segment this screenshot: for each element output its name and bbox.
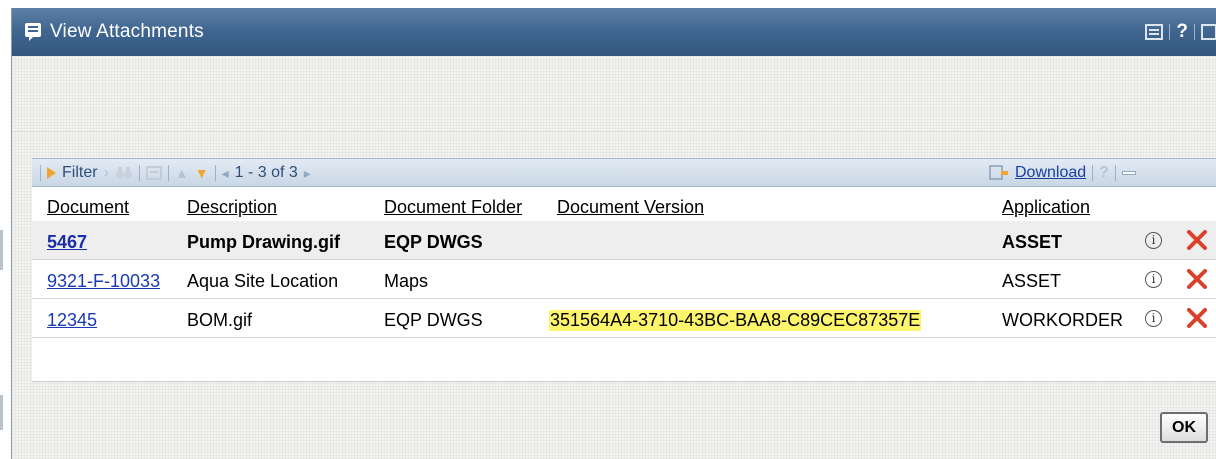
previous-page-icon[interactable]: ◂ [222, 165, 229, 182]
move-down-icon[interactable]: ▼ [195, 165, 209, 181]
filter-button[interactable]: Filter [62, 164, 98, 182]
table-header: Document Description Document Folder Doc… [32, 187, 1216, 221]
application-cell: WORKORDER [1002, 310, 1123, 330]
column-header-document[interactable]: Document [47, 197, 129, 218]
dialog-titlebar: View Attachments ? [12, 8, 1216, 56]
toolbar-separator [1092, 165, 1094, 181]
delete-icon[interactable] [1184, 305, 1210, 331]
info-icon[interactable]: i [1145, 310, 1162, 327]
toolbar-separator [138, 165, 140, 181]
select-records-icon[interactable] [145, 166, 162, 180]
table-toolbar: Filter › ▲ ▼ ◂ 1 - 3 of 3 ▸ Download ? [32, 158, 1216, 187]
edge-mark [0, 230, 3, 270]
folder-cell: EQP DWGS [384, 232, 483, 252]
document-link[interactable]: 9321-F-10033 [47, 271, 160, 292]
ok-button[interactable]: OK [1160, 412, 1208, 443]
download-icon[interactable] [989, 165, 1009, 181]
toolbar-separator [1114, 165, 1116, 181]
toolbar-separator [40, 165, 41, 181]
next-page-icon[interactable]: ▸ [304, 165, 311, 182]
titlebar-separator [1194, 24, 1195, 40]
document-link[interactable]: 12345 [47, 310, 97, 331]
move-up-icon[interactable]: ▲ [175, 165, 189, 181]
delete-icon[interactable] [1184, 227, 1210, 253]
titlebar-separator [1169, 24, 1171, 40]
document-link[interactable]: 5467 [47, 232, 87, 253]
edge-mark [0, 395, 3, 430]
application-cell: ASSET [1002, 271, 1062, 291]
filter-arrow-icon [47, 167, 56, 179]
version-cell: 351564A4-3710-43BC-BAA8-C89CEC87357E [549, 310, 922, 331]
view-attachments-dialog: View Attachments ? Filter › ▲ ▼ ◂ 1 - 3 … [11, 8, 1216, 459]
delete-icon[interactable] [1184, 266, 1210, 292]
info-icon[interactable]: i [1145, 271, 1162, 288]
toolbar-left: Filter › ▲ ▼ ◂ 1 - 3 of 3 ▸ [40, 164, 311, 182]
table-bottom-divider [32, 381, 1216, 382]
download-link[interactable]: Download [1015, 164, 1086, 182]
help-button[interactable]: ? [1176, 21, 1188, 43]
minimize-table-icon[interactable] [1121, 171, 1136, 175]
table-row[interactable]: 12345 BOM.gif EQP DWGS 351564A4-3710-43B… [32, 299, 1216, 338]
application-cell: ASSET [1002, 232, 1063, 252]
column-header-application[interactable]: Application [1002, 197, 1090, 218]
toolbar-right: Download ? [989, 164, 1136, 182]
description-cell: BOM.gif [187, 310, 253, 330]
column-header-document-folder[interactable]: Document Folder [384, 197, 522, 218]
table-help-button[interactable]: ? [1099, 164, 1109, 182]
description-cell: Pump Drawing.gif [187, 232, 340, 252]
toolbar-separator [167, 165, 169, 181]
dialog-header-band [12, 56, 1216, 132]
pagination-text: 1 - 3 of 3 [234, 164, 298, 181]
table-row[interactable]: 9321-F-10033 Aqua Site Location Maps ASS… [32, 260, 1216, 299]
attachments-table: Filter › ▲ ▼ ◂ 1 - 3 of 3 ▸ Download ? D… [32, 158, 1216, 381]
filter-expand-icon[interactable]: › [104, 164, 109, 182]
column-header-description[interactable]: Description [187, 197, 277, 218]
dialog-title: View Attachments [50, 21, 204, 42]
print-icon[interactable] [1145, 24, 1164, 40]
toolbar-separator [214, 165, 216, 181]
column-header-document-version[interactable]: Document Version [557, 197, 704, 218]
description-cell: Aqua Site Location [187, 271, 339, 291]
folder-cell: EQP DWGS [384, 310, 483, 330]
table-row[interactable]: 5467 Pump Drawing.gif EQP DWGS ASSET i [32, 221, 1216, 260]
folder-cell: Maps [384, 271, 429, 291]
titlebar-actions: ? [1145, 20, 1216, 44]
attachments-icon [25, 23, 41, 41]
binoculars-icon[interactable] [115, 166, 133, 180]
close-window-icon[interactable] [1201, 24, 1216, 40]
page-left-edge [0, 0, 11, 459]
info-icon[interactable]: i [1145, 232, 1162, 249]
